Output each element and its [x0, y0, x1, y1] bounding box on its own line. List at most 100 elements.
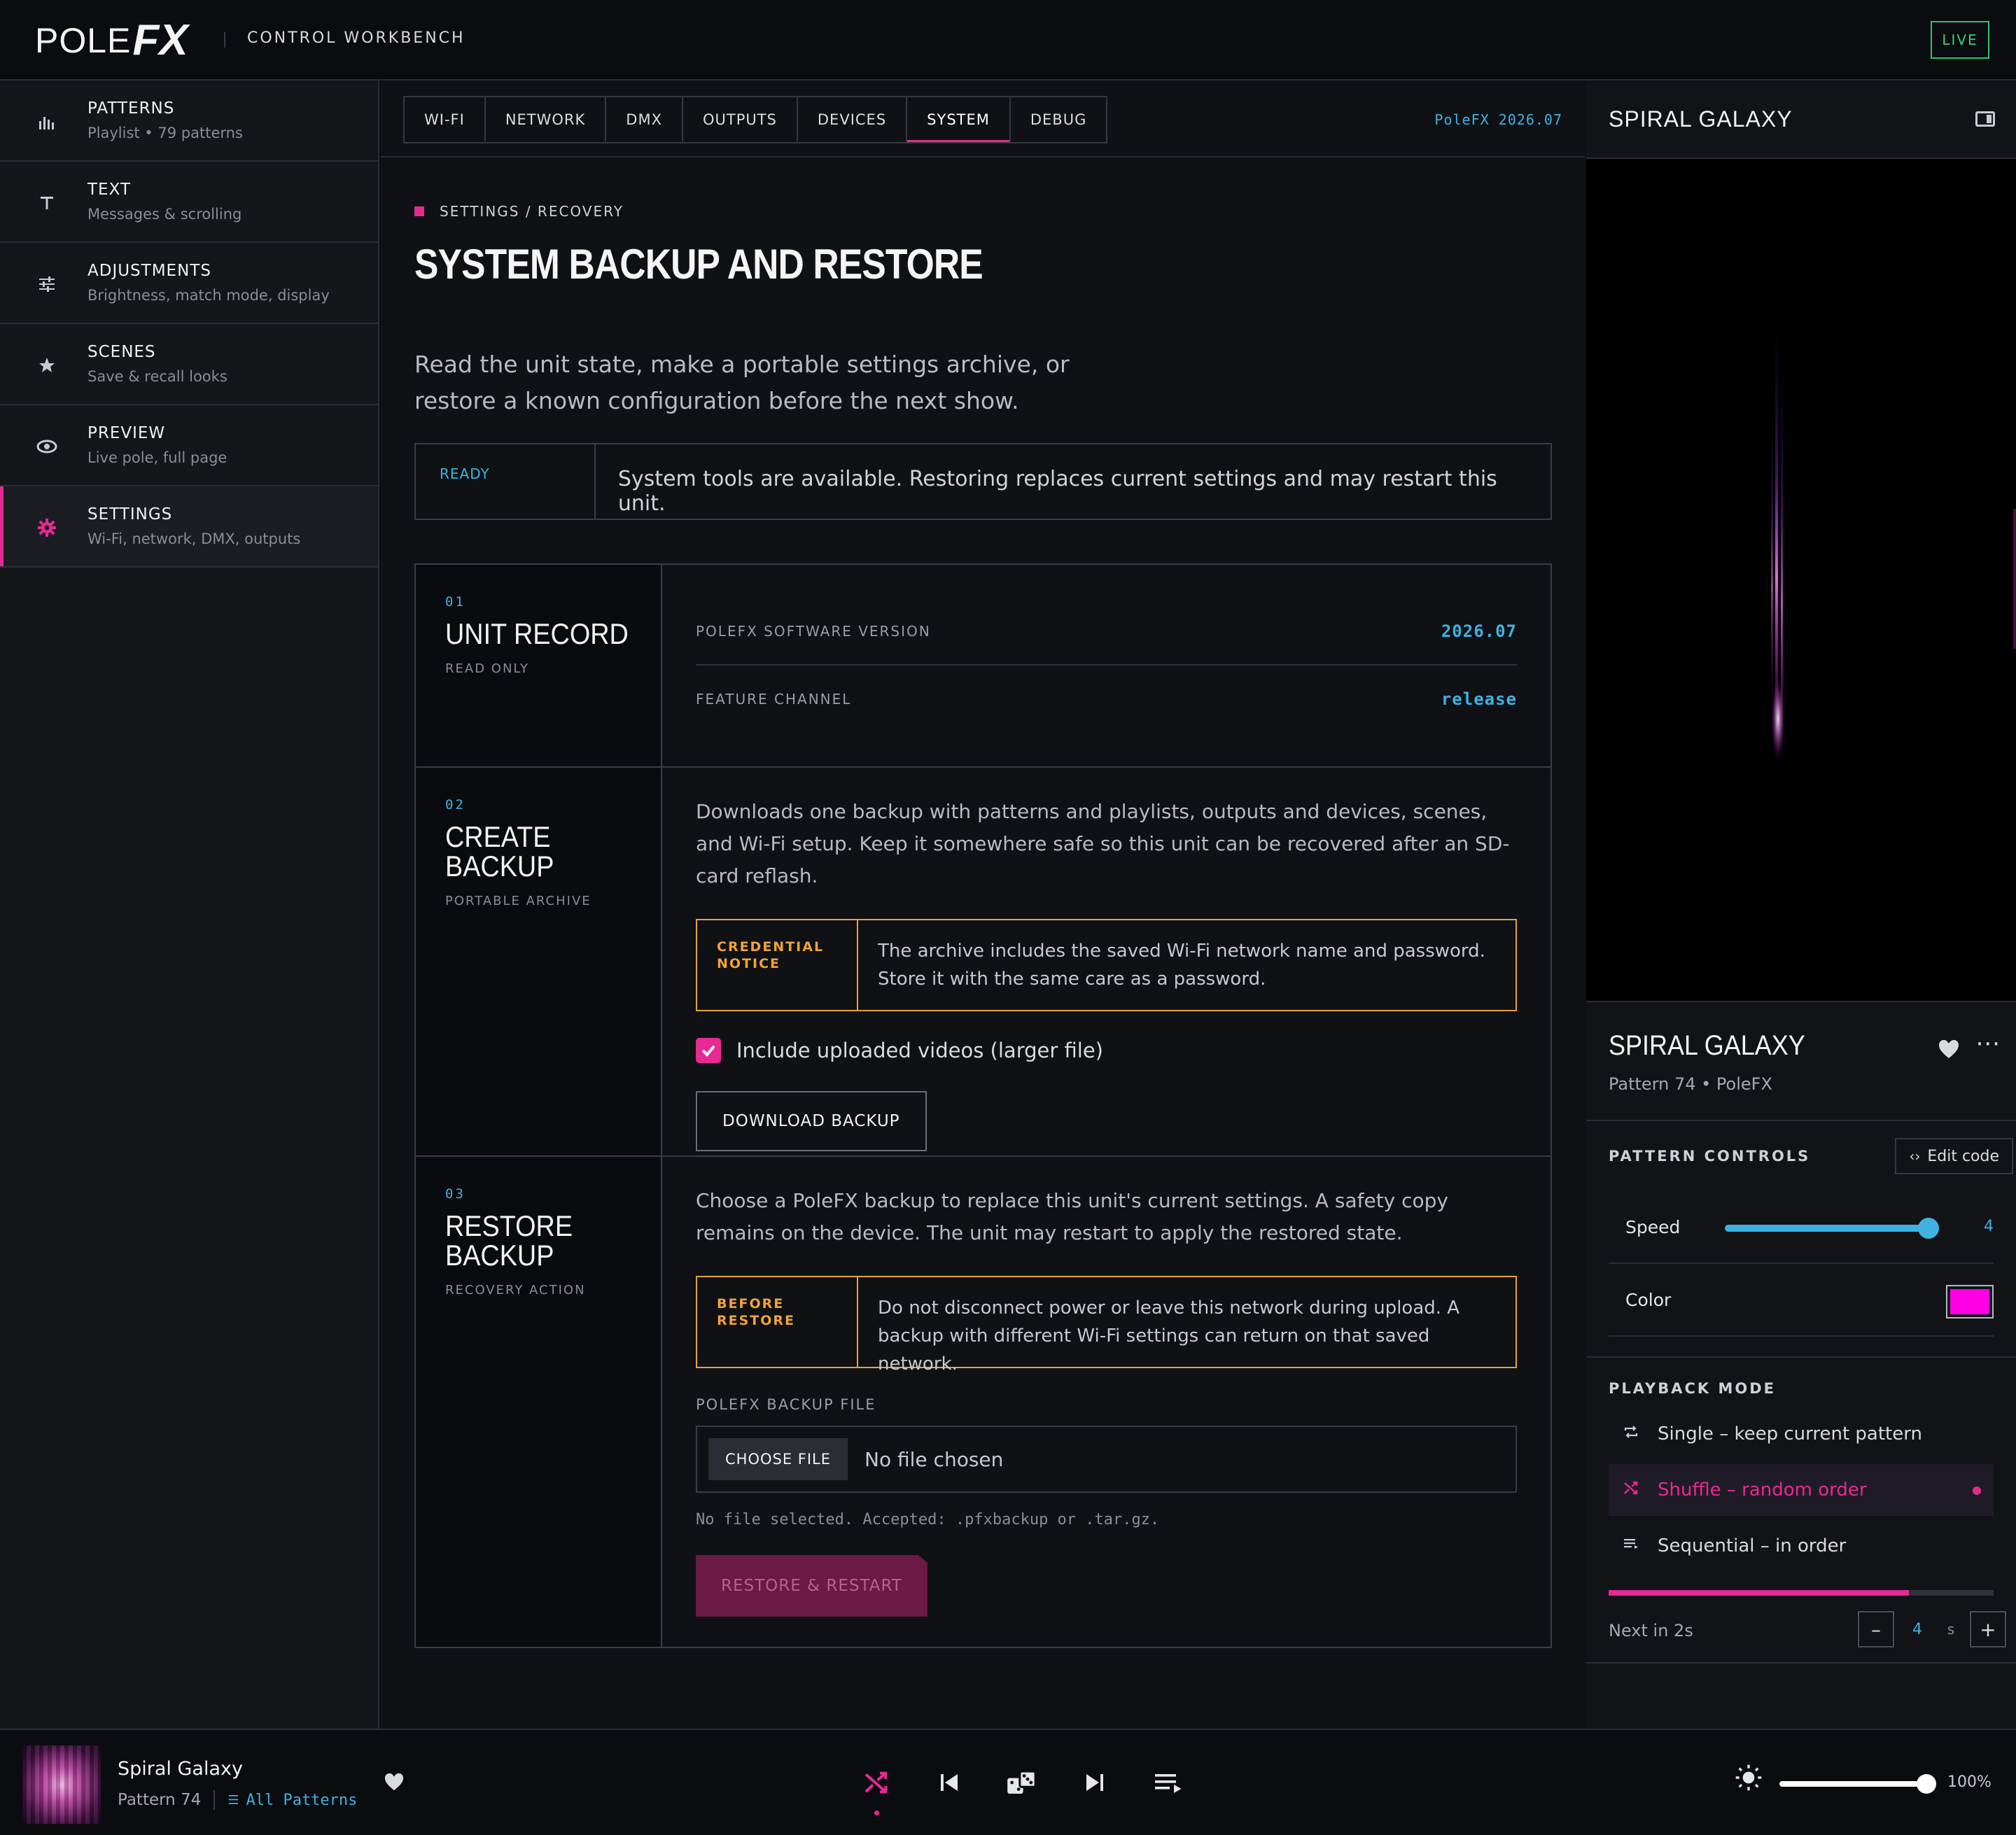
sidebar-item-patterns[interactable]: PATTERNS Playlist • 79 patterns	[0, 80, 378, 162]
sidebar: PATTERNS Playlist • 79 patterns TEXT Mes…	[0, 80, 379, 1729]
tab-network[interactable]: NETWORK	[486, 97, 607, 142]
brightness-slider[interactable]	[1779, 1781, 1926, 1787]
sidebar-item-adjustments[interactable]: ADJUSTMENTS Brightness, match mode, disp…	[0, 243, 378, 324]
sidebar-item-label: PATTERNS	[88, 99, 175, 118]
more-icon[interactable]: ···	[1976, 1030, 2001, 1058]
polefx-logo[interactable]: POLE FX	[35, 14, 188, 66]
queue-icon	[1155, 1774, 1182, 1793]
pattern-thumbnail[interactable]	[22, 1745, 101, 1824]
speed-control: Speed 4	[1609, 1191, 1994, 1264]
speed-label: Speed	[1625, 1216, 1681, 1237]
color-picker[interactable]	[1946, 1285, 1994, 1319]
tab-devices[interactable]: DEVICES	[798, 97, 908, 142]
unit-record-section: 01 UNIT RECORD READ ONLY POLEFX SOFTWARE…	[416, 565, 1550, 768]
heart-icon[interactable]	[1938, 1039, 1960, 1065]
next-button[interactable]	[1058, 1758, 1131, 1807]
include-videos-checkbox[interactable]	[696, 1038, 721, 1063]
restore-restart-button[interactable]: RESTORE & RESTART	[696, 1555, 927, 1617]
settings-tabs: WI-FI NETWORK DMX OUTPUTS DEVICES SYSTEM…	[403, 96, 1108, 143]
choose-file-button[interactable]: CHOOSE FILE	[708, 1438, 848, 1480]
playback-mode: PLAYBACK MODE Single – keep current patt…	[1586, 1380, 2016, 1650]
include-videos-row[interactable]: Include uploaded videos (larger file)	[696, 1038, 1517, 1063]
notice-label: BEFORE RESTORE	[697, 1277, 858, 1367]
skip-back-icon	[941, 1774, 958, 1791]
playlist-link[interactable]: All Patterns	[246, 1792, 357, 1809]
tab-wifi[interactable]: WI-FI	[405, 97, 486, 142]
sidebar-item-settings[interactable]: SETTINGS Wi-Fi, network, DMX, outputs	[0, 486, 378, 568]
pattern-meta: Pattern 74 • PoleFX	[1609, 1074, 1772, 1094]
sidebar-item-text[interactable]: TEXT Messages & scrolling	[0, 162, 378, 243]
shuffle-icon	[1623, 1479, 1644, 1500]
controls-title: PATTERN CONTROLS	[1609, 1148, 1811, 1165]
sidebar-item-label: TEXT	[88, 181, 131, 199]
check-icon	[701, 1045, 715, 1057]
section-number: 01	[445, 594, 465, 610]
mode-sequential[interactable]: Sequential – in order	[1609, 1520, 1994, 1572]
breadcrumb: SETTINGS / RECOVERY	[414, 203, 624, 220]
previous-button[interactable]	[913, 1758, 986, 1807]
sidebar-item-scenes[interactable]: SCENES Save & recall looks	[0, 324, 378, 405]
pattern-panel: SPIRAL GALAXY SPIRAL GALAXY Pattern 74 •…	[1586, 80, 2016, 1729]
next-progress-bar	[1609, 1590, 1994, 1596]
edit-code-button[interactable]: ‹› Edit code	[1895, 1138, 2013, 1174]
section-title: CREATE BACKUP	[445, 822, 639, 881]
sidebar-item-sub: Wi-Fi, network, DMX, outputs	[88, 530, 301, 547]
shuffle-button[interactable]	[840, 1758, 913, 1815]
heart-icon[interactable]	[384, 1771, 405, 1797]
credential-notice: CREDENTIAL NOTICE The archive includes t…	[696, 919, 1517, 1011]
text-icon	[36, 192, 57, 213]
brightness-icon	[1735, 1764, 1763, 1799]
speed-slider[interactable]	[1725, 1218, 1939, 1239]
player-bar: Spiral Galaxy Pattern 74 ☰ All Patterns …	[0, 1729, 2016, 1835]
notice-text: Do not disconnect power or leave this ne…	[878, 1298, 1460, 1375]
random-button[interactable]	[986, 1758, 1058, 1807]
notice-label-line: BEFORE	[717, 1296, 785, 1312]
divider	[224, 32, 225, 48]
panel-toggle-icon[interactable]	[1975, 111, 1995, 127]
sidebar-item-label: SCENES	[88, 343, 156, 361]
sidebar-item-sub: Save & recall looks	[88, 368, 227, 385]
brightness-thumb[interactable]	[1917, 1774, 1936, 1794]
live-badge: LIVE	[1931, 21, 1989, 59]
playback-controls	[840, 1758, 1204, 1815]
interval-unit: s	[1947, 1621, 1955, 1638]
download-backup-button[interactable]: DOWNLOAD BACKUP	[696, 1091, 927, 1151]
page-description: Read the unit state, make a portable set…	[414, 351, 1070, 414]
playback-title: PLAYBACK MODE	[1609, 1380, 1777, 1397]
tab-debug[interactable]: DEBUG	[1011, 97, 1107, 142]
increment-button[interactable]: +	[1970, 1611, 2006, 1647]
before-restore-notice: BEFORE RESTORE Do not disconnect power o…	[696, 1276, 1517, 1375]
color-control: Color	[1609, 1264, 1994, 1337]
title-line: CREATE	[445, 820, 551, 853]
sidebar-item-label: PREVIEW	[88, 424, 166, 442]
panel-title: SPIRAL GALAXY	[1609, 106, 1793, 132]
mode-label: Shuffle – random order	[1658, 1479, 1867, 1500]
kv-key: FEATURE CHANNEL	[696, 691, 852, 708]
decrement-button[interactable]: –	[1858, 1611, 1894, 1647]
active-dot	[1973, 1486, 1981, 1495]
kv-key: POLEFX SOFTWARE VERSION	[696, 623, 931, 640]
include-videos-label: Include uploaded videos (larger file)	[736, 1039, 1103, 1062]
top-bar: POLE FX CONTROL WORKBENCH LIVE	[0, 0, 2016, 80]
pattern-name: SPIRAL GALAXY	[1609, 1030, 1805, 1061]
mode-shuffle[interactable]: Shuffle – random order	[1609, 1464, 1994, 1516]
player-meta: Pattern 74 ☰ All Patterns	[118, 1790, 357, 1810]
backup-file-input[interactable]: CHOOSE FILE No file chosen	[696, 1426, 1517, 1493]
system-sections: 01 UNIT RECORD READ ONLY POLEFX SOFTWARE…	[414, 563, 1552, 1648]
queue-button[interactable]	[1131, 1758, 1204, 1807]
list-icon	[1623, 1535, 1644, 1556]
section-title: UNIT RECORD	[445, 617, 629, 650]
slider-thumb[interactable]	[1918, 1218, 1939, 1239]
file-status: No file chosen	[864, 1447, 1004, 1471]
sidebar-item-preview[interactable]: PREVIEW Live pole, full page	[0, 405, 378, 486]
main-panel: WI-FI NETWORK DMX OUTPUTS DEVICES SYSTEM…	[381, 80, 1585, 1729]
sidebar-item-label: SETTINGS	[88, 505, 173, 523]
tab-outputs[interactable]: OUTPUTS	[683, 97, 798, 142]
tab-dmx[interactable]: DMX	[606, 97, 683, 142]
title-line: RESTORE	[445, 1209, 573, 1242]
tab-system[interactable]: SYSTEM	[907, 97, 1011, 142]
notice-label-line: NOTICE	[717, 956, 781, 971]
mode-single[interactable]: Single – keep current pattern	[1609, 1408, 1994, 1460]
create-backup-description: Downloads one backup with patterns and p…	[696, 800, 1510, 887]
section-header: 02 CREATE BACKUP PORTABLE ARCHIVE	[416, 768, 662, 1155]
